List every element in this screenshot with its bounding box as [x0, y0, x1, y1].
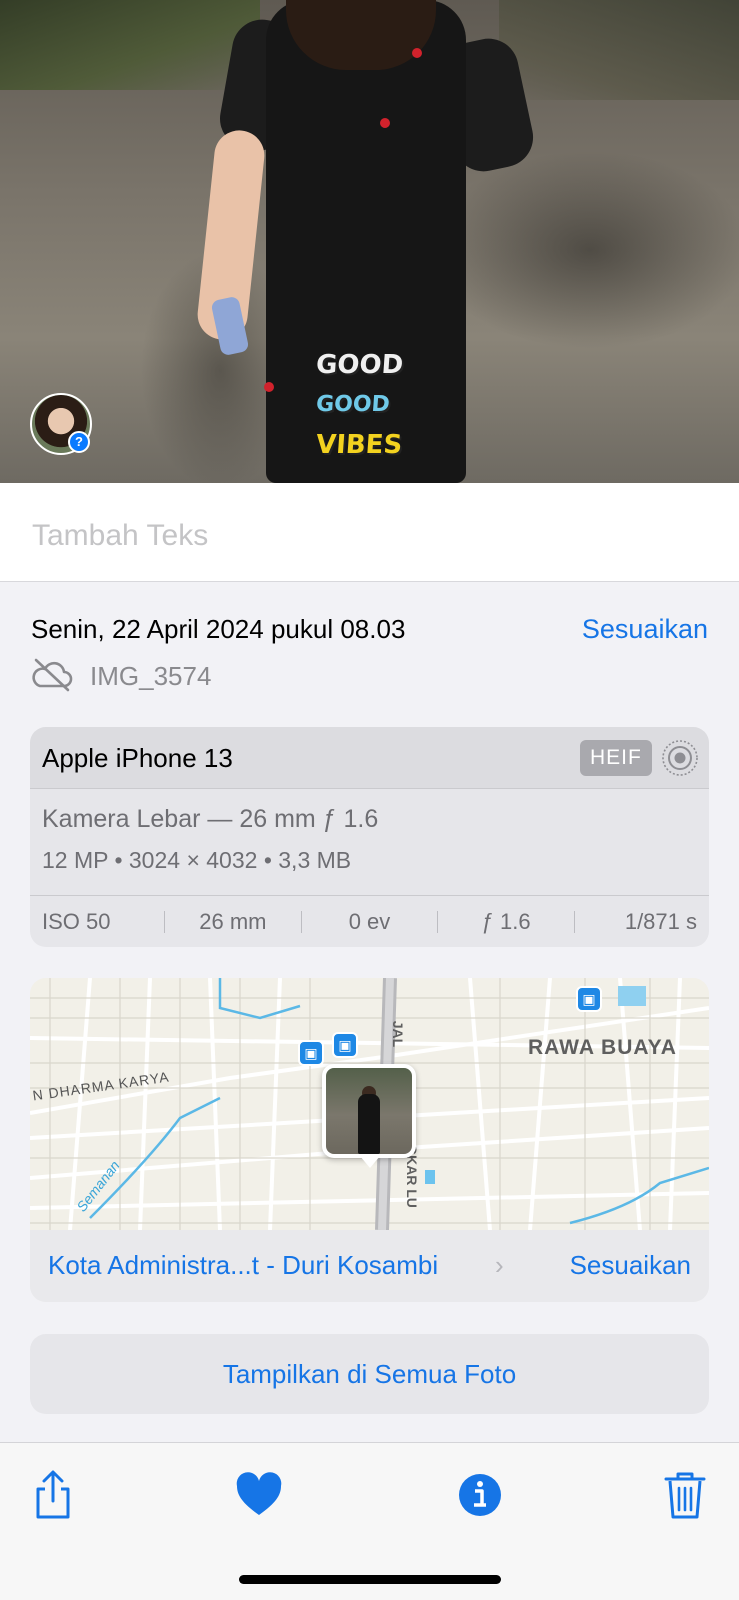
heart-icon[interactable] — [234, 1469, 284, 1521]
overall-button — [412, 48, 422, 58]
adjust-date-button[interactable]: Sesuaikan — [582, 614, 708, 645]
caption-field[interactable]: Tambah Teks — [0, 483, 739, 582]
caption-placeholder[interactable]: Tambah Teks — [32, 519, 208, 553]
location-footer: Kota Administra...t - Duri Kosambi › Ses… — [30, 1230, 709, 1302]
photo-grass — [0, 0, 260, 90]
camera-info-card: Apple iPhone 13 HEIF Kamera Lebar — 26 m… — [30, 727, 709, 947]
format-badge: HEIF — [580, 740, 652, 776]
shirt-print: GOOD GOOD VIBES — [314, 345, 405, 480]
pin-pointer — [360, 1156, 380, 1168]
overall-button — [380, 118, 390, 128]
chevron-right-icon: › — [495, 1250, 504, 1280]
device-name: Apple iPhone 13 — [42, 743, 233, 773]
exif-exposure-value: 0 ev — [348, 908, 391, 934]
trash-icon[interactable] — [660, 1469, 710, 1521]
exif-iso: ISO 50 — [42, 908, 111, 934]
train-station-icon: ▣ — [332, 1032, 358, 1058]
exif-row: ISO 50 26 mm 0 ev ƒ 1.6 1/871 s — [30, 895, 709, 947]
photo-plants — [499, 0, 739, 100]
location-map[interactable]: RAWA BUAYA N DHARMA KARYA Semanan JAL GK… — [30, 978, 709, 1230]
live-photo-icon[interactable] — [660, 738, 700, 778]
show-in-all-photos-button[interactable]: Tampilkan di Semua Foto — [30, 1334, 709, 1414]
pin-thumbnail — [326, 1068, 412, 1154]
photo-date: Senin, 22 April 2024 pukul 08.03 — [31, 614, 406, 644]
home-indicator[interactable] — [239, 1575, 501, 1584]
location-card: RAWA BUAYA N DHARMA KARYA Semanan JAL GK… — [30, 978, 709, 1302]
adjust-location-button[interactable]: Sesuaikan — [570, 1250, 691, 1281]
train-station-icon: ▣ — [576, 986, 602, 1012]
cloud-off-icon — [32, 658, 73, 692]
question-badge-icon[interactable]: ? — [68, 431, 90, 453]
exif-aperture: ƒ 1.6 — [481, 908, 531, 934]
image-specs: 12 MP • 3024 × 4032 • 3,3 MB — [42, 847, 352, 873]
print-line: GOOD — [314, 350, 405, 380]
share-icon[interactable] — [28, 1469, 78, 1521]
lens-info: Kamera Lebar — 26 mm ƒ 1.6 — [42, 805, 379, 833]
train-station-icon: ▣ — [298, 1040, 324, 1066]
photo-location-pin[interactable] — [322, 1064, 416, 1158]
print-line: GOOD — [315, 392, 391, 417]
exif-focal-length: 26 mm — [199, 908, 267, 934]
thumbnail-figure — [358, 1094, 380, 1154]
info-icon[interactable] — [455, 1469, 505, 1521]
photo-subject: GOOD GOOD VIBES — [195, 0, 539, 483]
map-label-area: RAWA BUAYA — [528, 1036, 677, 1059]
print-line: VIBES — [314, 430, 404, 460]
camera-header: Apple iPhone 13 HEIF — [30, 727, 709, 789]
file-name: IMG_3574 — [90, 661, 212, 691]
overall-button — [264, 382, 274, 392]
location-name-link[interactable]: Kota Administra...t - Duri Kosambi — [48, 1250, 438, 1281]
map-label-road: JAL — [390, 1020, 407, 1048]
exif-shutter-speed: 1/871 s — [624, 908, 697, 934]
photo-preview[interactable]: GOOD GOOD VIBES ? — [0, 0, 739, 483]
